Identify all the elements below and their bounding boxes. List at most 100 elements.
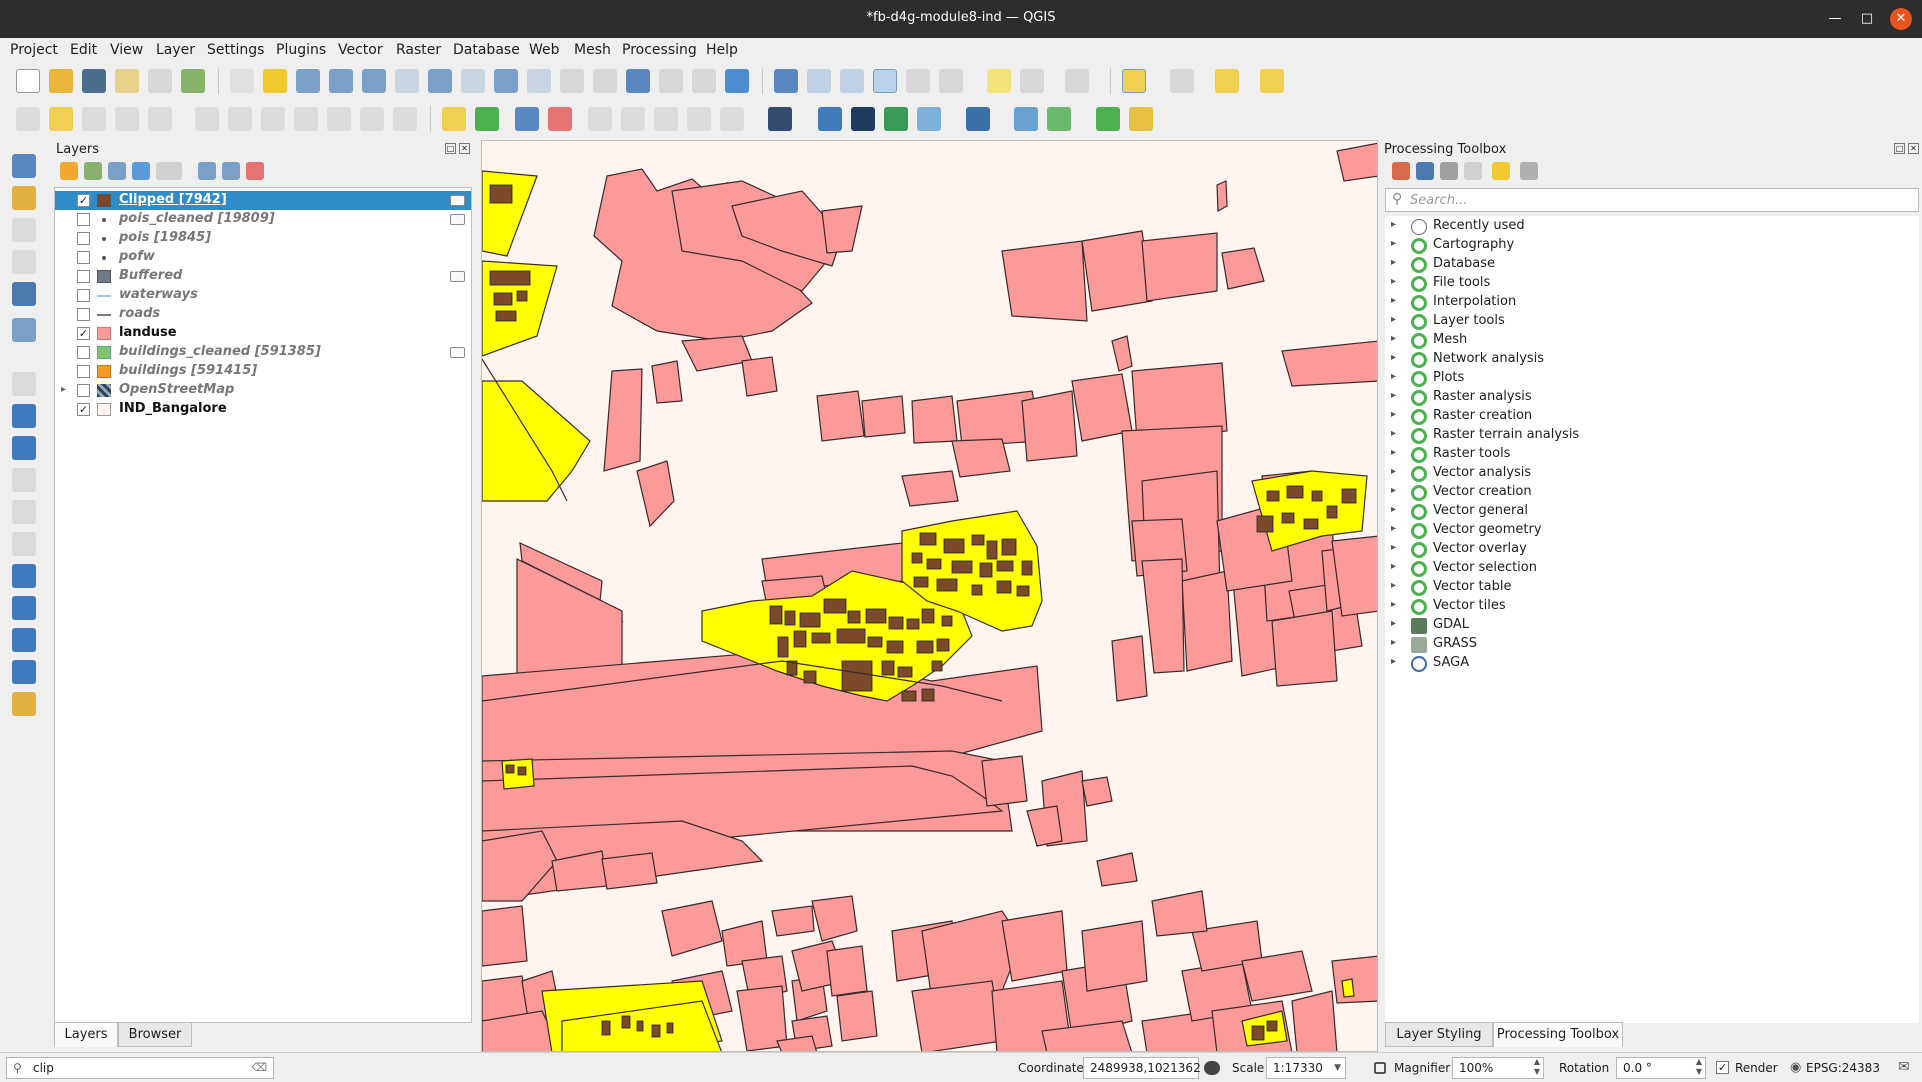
- in-place-edit-icon[interactable]: [1492, 162, 1510, 180]
- add-spatialite-icon[interactable]: [12, 500, 36, 524]
- select-features-icon[interactable]: [1122, 69, 1146, 93]
- zoom-layer-icon[interactable]: [428, 69, 452, 93]
- new-scratch-layer-icon[interactable]: [12, 250, 36, 274]
- layer-row-roads[interactable]: roads: [55, 305, 471, 324]
- show-hide-labels-icon[interactable]: [548, 107, 572, 131]
- layout-manager-icon[interactable]: [148, 69, 172, 93]
- attribute-table-icon[interactable]: [807, 69, 831, 93]
- layer-row-clipped[interactable]: ✓ Clipped [7942]: [55, 191, 471, 210]
- pan-icon[interactable]: [230, 69, 254, 93]
- locator-icon[interactable]: [1096, 107, 1120, 131]
- menu-raster[interactable]: Raster: [394, 40, 443, 60]
- expand-arrow-icon[interactable]: ▸: [1391, 523, 1396, 534]
- layer-checkbox[interactable]: ✓: [77, 403, 90, 416]
- layer-checkbox[interactable]: [77, 308, 90, 321]
- spin-arrows-icon[interactable]: ▲ ▼: [1534, 1057, 1540, 1077]
- layer-checkbox[interactable]: [77, 232, 90, 245]
- indicator-icon[interactable]: [450, 214, 465, 225]
- georeferencer-icon[interactable]: [917, 107, 941, 131]
- layer-checkbox[interactable]: [77, 289, 90, 302]
- crs-button[interactable]: EPSG:24383: [1806, 1061, 1880, 1075]
- measure-icon[interactable]: [939, 69, 963, 93]
- menu-web[interactable]: Web: [527, 40, 562, 60]
- layer-row-pofw[interactable]: pofw: [55, 248, 471, 267]
- models-icon[interactable]: [1392, 162, 1410, 180]
- move-label-icon[interactable]: [588, 107, 612, 131]
- expand-arrow-icon[interactable]: ▸: [1391, 580, 1396, 591]
- expand-arrow-icon[interactable]: ▸: [1391, 542, 1396, 553]
- layer-row-openstreetmap[interactable]: ▸ OpenStreetMap: [55, 381, 471, 400]
- map-render[interactable]: [482, 141, 1378, 1052]
- expand-arrow-icon[interactable]: ▸: [1391, 656, 1396, 667]
- add-postgis-icon[interactable]: [12, 468, 36, 492]
- new-map-view-icon[interactable]: [560, 69, 584, 93]
- plugin-reload-icon[interactable]: [1047, 107, 1071, 131]
- float-toolbox-icon[interactable]: □: [1894, 143, 1905, 154]
- filter-expression-icon[interactable]: [156, 162, 182, 180]
- spin-arrows-icon[interactable]: ▲ ▼: [1696, 1057, 1702, 1077]
- options-icon[interactable]: [1520, 162, 1538, 180]
- expand-arrow-icon[interactable]: ▸: [1391, 466, 1396, 477]
- toggle-extents-icon[interactable]: [1204, 1061, 1220, 1075]
- layer-row-waterways[interactable]: waterways: [55, 286, 471, 305]
- menu-database[interactable]: Database: [451, 40, 522, 60]
- expand-arrow-icon[interactable]: ▸: [1391, 561, 1396, 572]
- remove-layer-icon[interactable]: [246, 162, 264, 180]
- add-vector-icon[interactable]: [12, 318, 36, 342]
- expand-arrow-icon[interactable]: ▸: [1391, 618, 1396, 629]
- feature-action-icon[interactable]: [1020, 69, 1044, 93]
- render-checkbox[interactable]: ✓: [1716, 1061, 1729, 1074]
- statistics-icon[interactable]: [906, 69, 930, 93]
- diagram-icon[interactable]: [475, 107, 499, 131]
- expand-arrow-icon[interactable]: ▸: [1391, 238, 1396, 249]
- scale-field[interactable]: 1:17330 ▼: [1266, 1057, 1346, 1079]
- lock-icon[interactable]: [1374, 1062, 1386, 1074]
- new-geopackage-icon[interactable]: [12, 186, 36, 210]
- vertex-tool-icon[interactable]: [148, 107, 172, 131]
- style-icon[interactable]: [60, 162, 78, 180]
- identify-icon[interactable]: [774, 69, 798, 93]
- expand-arrow-icon[interactable]: ▸: [1391, 257, 1396, 268]
- expand-arrow-icon[interactable]: ▸: [1391, 390, 1396, 401]
- layer-checkbox[interactable]: [77, 251, 90, 264]
- expand-arrow-icon[interactable]: ▸: [1391, 333, 1396, 344]
- zoom-selection-icon[interactable]: [395, 69, 419, 93]
- close-toolbox-icon[interactable]: ✕: [1908, 143, 1919, 154]
- zoom-next-icon[interactable]: [527, 69, 551, 93]
- menu-help[interactable]: Help: [704, 40, 740, 60]
- magnifier-field[interactable]: 100% ▲ ▼: [1452, 1057, 1544, 1079]
- data-source-manager-icon[interactable]: [12, 154, 36, 178]
- menu-settings[interactable]: Settings: [205, 40, 266, 60]
- delete-selected-icon[interactable]: [228, 107, 252, 131]
- add-virtual-icon[interactable]: [12, 532, 36, 556]
- filter-icon[interactable]: [132, 162, 150, 180]
- layer-checkbox[interactable]: ✓: [77, 194, 90, 207]
- clear-icon[interactable]: ⌫: [251, 1058, 267, 1078]
- layer-checkbox[interactable]: [77, 213, 90, 226]
- expand-arrow-icon[interactable]: ▸: [1391, 485, 1396, 496]
- indicator-icon[interactable]: [450, 271, 465, 282]
- select-location-icon[interactable]: [1260, 69, 1284, 93]
- pin-labels-icon[interactable]: [515, 107, 539, 131]
- indicator-icon[interactable]: [450, 195, 465, 206]
- expand-arrow-icon[interactable]: ▸: [1391, 447, 1396, 458]
- new-shapefile-icon[interactable]: [12, 218, 36, 242]
- expand-arrow-icon[interactable]: ▸: [1391, 428, 1396, 439]
- minimize-icon[interactable]: —: [1824, 8, 1846, 30]
- vector-tool-icon[interactable]: [1014, 107, 1038, 131]
- layer-checkbox[interactable]: [77, 365, 90, 378]
- zoom-native-icon[interactable]: [461, 69, 485, 93]
- layer-row-ind-bangalore[interactable]: ✓ IND_Bangalore: [55, 400, 471, 419]
- menu-project[interactable]: Project: [8, 40, 60, 60]
- new-virtual-layer-icon[interactable]: [12, 282, 36, 306]
- layer-checkbox[interactable]: [77, 384, 90, 397]
- python-console-icon[interactable]: [818, 107, 842, 131]
- add-delimited-text-icon[interactable]: [12, 372, 36, 396]
- add-wms-icon[interactable]: [12, 564, 36, 588]
- expand-arrow-icon[interactable]: ▸: [1391, 314, 1396, 325]
- layer-checkbox[interactable]: [77, 270, 90, 283]
- menu-edit[interactable]: Edit: [68, 40, 99, 60]
- add-arcgis-icon[interactable]: [12, 660, 36, 684]
- menu-mesh[interactable]: Mesh: [572, 40, 613, 60]
- locator-input[interactable]: ⚲ clip ⌫: [6, 1057, 274, 1079]
